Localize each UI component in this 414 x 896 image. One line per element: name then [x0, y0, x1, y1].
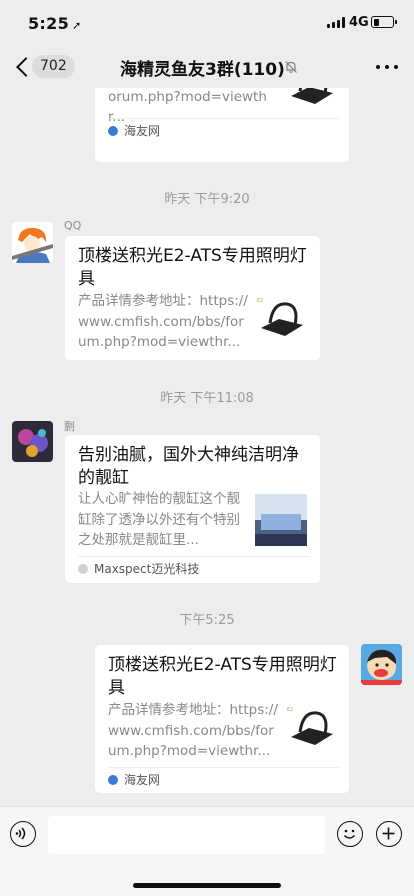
voice-icon[interactable] — [10, 821, 36, 847]
timestamp: 下午5:25 — [179, 613, 235, 628]
nav-bar: 702 海精灵鱼友3群(110) — [0, 46, 414, 88]
card-thumbnail: E2 — [285, 701, 337, 753]
card-thumbnail — [285, 88, 337, 112]
signal-icon — [327, 17, 345, 28]
card-title: 顶楼送积光E2-ATS专用照明灯具 — [108, 655, 337, 698]
avatar-image — [361, 644, 402, 685]
card-description: 让人心旷神怡的靓缸这个靓缸除了透净以外还有个特别之处那就是靓缸里... — [78, 491, 240, 548]
chat-title: 海精灵鱼友3群(110) — [120, 60, 285, 80]
status-bar: 5:25 ➚ 4G — [0, 0, 414, 46]
card-source: 海友网 — [108, 118, 339, 143]
sender-name: QQ — [64, 219, 82, 232]
mute-bell-icon — [285, 61, 297, 73]
battery-icon — [371, 16, 397, 28]
emoji-icon[interactable] — [337, 821, 363, 847]
timestamp: 昨天 下午11:08 — [160, 391, 254, 406]
card-title: 告别油腻，国外大神纯洁明净的靓缸 — [78, 445, 299, 488]
unread-count-badge[interactable]: 702 — [32, 55, 75, 78]
card-source: 海友网 — [108, 767, 339, 792]
link-card[interactable]: 顶楼送积光E2-ATS专用照明灯具 产品详情参考地址：https://www.c… — [65, 236, 320, 360]
chat-area[interactable]: ://www.cmfish.com/bbs/forum.php?mod=view… — [0, 88, 414, 806]
svg-text:E2: E2 — [257, 298, 263, 304]
avatar-image — [12, 421, 53, 462]
link-card[interactable]: 顶楼送积光E2-ATS专用照明灯具 产品详情参考地址：https://www.c… — [95, 645, 349, 793]
more-dots-icon[interactable] — [376, 65, 398, 71]
source-icon — [108, 126, 118, 136]
message-input[interactable] — [48, 816, 325, 854]
svg-text:E2: E2 — [287, 707, 293, 713]
input-bar — [0, 806, 414, 896]
source-icon — [78, 564, 88, 574]
network-type: 4G — [349, 15, 369, 30]
avatar[interactable] — [12, 222, 53, 263]
card-thumbnail — [255, 494, 307, 546]
card-description: 产品详情参考地址：https://www.cmfish.com/bbs/foru… — [78, 293, 248, 350]
link-card[interactable]: 告别油腻，国外大神纯洁明净的靓缸 让人心旷神怡的靓缸这个靓缸除了透净以外还有个特… — [65, 435, 320, 583]
location-arrow-icon: ➚ — [72, 19, 82, 32]
card-source: Maxspect迈光科技 — [78, 556, 310, 581]
status-time: 5:25 ➚ — [28, 14, 82, 33]
plus-icon[interactable] — [376, 821, 402, 847]
card-title: 顶楼送积光E2-ATS专用照明灯具 — [78, 246, 307, 289]
card-thumbnail: E2 — [255, 292, 307, 344]
battery-level — [373, 18, 379, 26]
link-card[interactable]: ://www.cmfish.com/bbs/forum.php?mod=view… — [95, 88, 349, 162]
sender-name: 剽 — [64, 420, 75, 433]
card-description: 产品详情参考地址：https://www.cmfish.com/bbs/foru… — [108, 702, 278, 759]
home-indicator — [133, 883, 281, 888]
timestamp: 昨天 下午9:20 — [164, 192, 250, 207]
source-icon — [108, 775, 118, 785]
avatar-image — [12, 222, 53, 263]
avatar[interactable] — [12, 421, 53, 462]
my-avatar[interactable] — [361, 644, 402, 685]
